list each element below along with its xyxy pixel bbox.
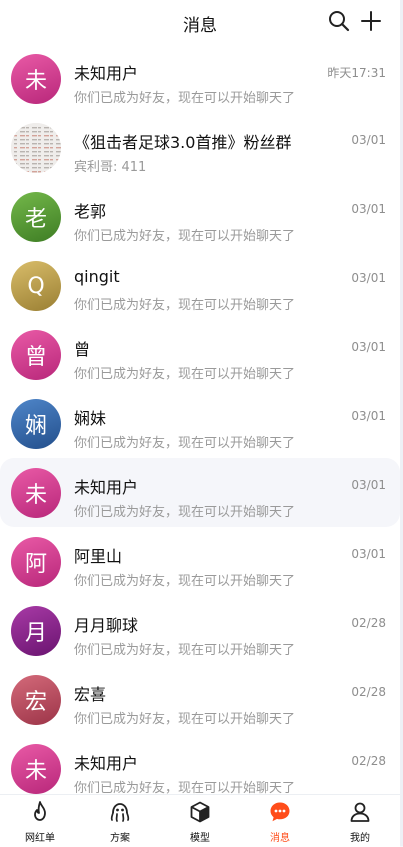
plus-icon [361,11,381,31]
avatar: 未 [11,54,61,104]
conversation-name: 未知用户 [74,754,139,773]
message-preview: 你们已成为好友，现在可以开始聊天了 [74,781,296,794]
conversation-row[interactable]: 《狙击者足球3.0首推》粉丝群宾利哥: 411 03/01 [0,113,400,182]
timestamp: 02/28 [351,616,386,630]
tab-label: 方案 [110,833,130,844]
tab-label: 模型 [190,833,210,844]
avatar: 阿 [11,537,61,587]
conversation-name: 《狙击者足球3.0首推》粉丝群 [74,133,292,152]
conversation-name: 老郭 [74,202,107,221]
conversation-name: 曾 [74,340,91,359]
avatar: 老 [11,192,61,242]
conversation-row[interactable]: 月月月聊球你们已成为好友，现在可以开始聊天了 02/28 [0,596,400,665]
tab-messages[interactable]: 消息 [240,795,320,847]
message-preview: 宾利哥: 411 [74,160,147,175]
avatar: 曾 [11,330,61,380]
message-preview: 你们已成为好友，现在可以开始聊天了 [74,574,296,589]
message-preview: 你们已成为好友，现在可以开始聊天了 [74,643,296,658]
conversation-row[interactable]: 老老郭你们已成为好友，现在可以开始聊天了 03/01 [0,182,400,251]
timestamp: 02/28 [351,754,386,768]
timestamp: 02/28 [351,685,386,699]
timestamp: 03/01 [351,133,386,147]
bottom-tab-bar: 网红单 方案 模型 消息 我的 [0,794,400,847]
avatar: 月 [11,606,61,656]
timestamp: 03/01 [351,547,386,561]
person-icon [350,802,370,822]
conversation-row[interactable]: 曾曾你们已成为好友，现在可以开始聊天了 03/01 [0,320,400,389]
conversation-name: 未知用户 [74,478,139,497]
message-preview: 你们已成为好友，现在可以开始聊天了 [74,712,296,727]
avatar: 娴 [11,399,61,449]
flame-icon [34,801,46,821]
tab-hot-picks[interactable]: 网红单 [0,795,80,847]
message-preview: 你们已成为好友，现在可以开始聊天了 [74,436,296,451]
conversation-name: 娴妹 [74,409,107,428]
messages-screen: 消息 未未知用户 你们已成为好友，现在可以开始聊天了 昨天17:31 《狙击者足球3.… [0,0,400,847]
octopus-icon [110,803,130,822]
conversation-row[interactable]: Qqingit 你们已成为好友，现在可以开始聊天了 03/01 [0,251,400,320]
search-button[interactable] [328,10,350,32]
timestamp: 03/01 [351,340,386,354]
conversation-row[interactable]: 宏宏喜你们已成为好友，现在可以开始聊天了 02/28 [0,665,400,734]
tab-models[interactable]: 模型 [160,795,240,847]
tab-profile[interactable]: 我的 [320,795,400,847]
conversation-row[interactable]: 阿阿里山你们已成为好友，现在可以开始聊天了 03/01 [0,527,400,596]
add-button[interactable] [360,10,382,32]
timestamp: 昨天17:31 [327,66,386,80]
conversation-name: 宏喜 [74,685,107,704]
tab-plans[interactable]: 方案 [80,795,160,847]
group-avatar-image [11,123,61,173]
timestamp: 03/01 [351,409,386,423]
message-preview: 你们已成为好友，现在可以开始聊天了 [74,91,296,106]
chat-bubble-icon [270,802,290,822]
conversation-row[interactable]: 未未知用户你们已成为好友，现在可以开始聊天了 03/01 [0,458,400,527]
avatar: 宏 [11,675,61,725]
tab-label: 我的 [350,833,370,844]
timestamp: 03/01 [351,478,386,492]
avatar: 未 [11,744,61,794]
cube-icon [190,801,210,823]
tab-label: 网红单 [25,833,55,844]
conversation-row[interactable]: 娴娴妹你们已成为好友，现在可以开始聊天了 03/01 [0,389,400,458]
tab-label: 消息 [270,833,290,844]
message-preview: 你们已成为好友，现在可以开始聊天了 [74,229,296,244]
message-preview: 你们已成为好友，现在可以开始聊天了 [74,505,296,520]
message-preview: 你们已成为好友，现在可以开始聊天了 [74,298,296,313]
timestamp: 03/01 [351,271,386,285]
conversation-name: 阿里山 [74,547,123,566]
top-bar: 消息 [0,0,400,44]
conversation-row[interactable]: 未未知用户你们已成为好友，现在可以开始聊天了 昨天17:31 [0,44,400,113]
conversation-name: 月月聊球 [74,616,139,635]
search-icon [329,11,350,32]
conversation-list[interactable]: 未未知用户 你们已成为好友，现在可以开始聊天了 昨天17:31 《狙击者足球3.0首推… [0,44,400,794]
conversation-name: 未知用户 [74,64,139,83]
conversation-name: qingit [74,267,120,286]
avatar: Q [11,261,61,311]
avatar: 未 [11,468,61,518]
conversation-row[interactable]: 未未知用户你们已成为好友，现在可以开始聊天了 02/28 [0,734,400,794]
message-preview: 你们已成为好友，现在可以开始聊天了 [74,367,296,382]
timestamp: 03/01 [351,202,386,216]
